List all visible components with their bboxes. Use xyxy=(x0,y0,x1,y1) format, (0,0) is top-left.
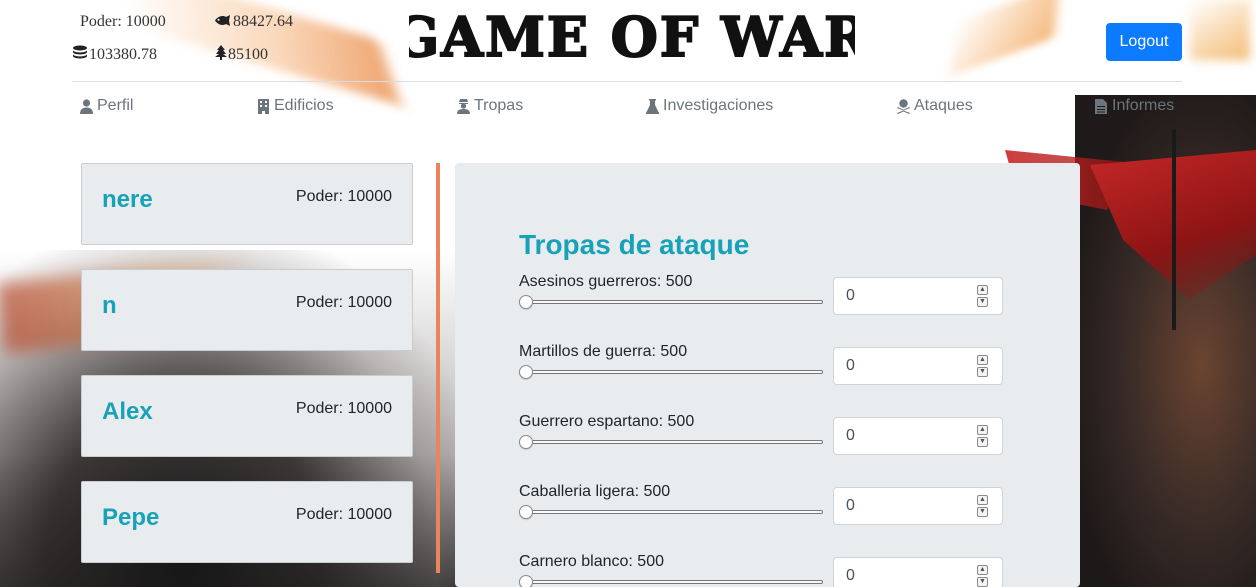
troop-label: Caballeria ligera: 500 xyxy=(519,483,671,500)
player-name: Alex xyxy=(102,398,153,425)
player-name: nere xyxy=(102,186,153,213)
troop-label: Asesinos guerreros: 500 xyxy=(519,273,693,290)
slider-thumb[interactable] xyxy=(519,435,533,449)
troop-slider[interactable] xyxy=(523,370,823,374)
panel-title: Tropas de ataque xyxy=(519,229,750,260)
wood-stat: 85100 xyxy=(215,45,268,65)
increment-icon[interactable]: ▲ xyxy=(977,565,988,575)
logout-button[interactable]: Logout xyxy=(1106,23,1182,61)
nav-tropas[interactable]: Tropas xyxy=(457,97,523,115)
logo-text: GAME OF WAR xyxy=(409,5,855,69)
troop-row: Caballeria ligera: 500 0 ▲ ▼ xyxy=(519,483,1003,543)
decrement-icon[interactable]: ▼ xyxy=(977,297,988,307)
troop-row: Asesinos guerreros: 500 0 ▲ ▼ xyxy=(519,273,1003,333)
player-card[interactable]: Pepe Poder: 10000 xyxy=(81,481,413,563)
quantity-stepper[interactable]: ▲ ▼ xyxy=(977,565,988,587)
decrement-icon[interactable]: ▼ xyxy=(977,577,988,587)
player-card[interactable]: n Poder: 10000 xyxy=(81,269,413,351)
nav-label: Tropas xyxy=(474,97,524,114)
coins-value: 103380.78 xyxy=(89,46,157,63)
nav-label: Perfil xyxy=(97,97,134,114)
troop-quantity-value: 0 xyxy=(846,287,855,304)
nav-edificios[interactable]: Edificios xyxy=(257,97,334,115)
troop-slider[interactable] xyxy=(523,300,823,304)
player-name: n xyxy=(102,292,117,319)
building-icon xyxy=(258,98,269,114)
section-divider xyxy=(436,163,440,573)
troop-quantity-value: 0 xyxy=(846,497,855,514)
quantity-stepper[interactable]: ▲ ▼ xyxy=(977,495,988,517)
increment-icon[interactable]: ▲ xyxy=(977,425,988,435)
troop-quantity-input[interactable]: 0 ▲ ▼ xyxy=(833,487,1003,525)
fish-stat: 88427.64 xyxy=(214,13,293,31)
power-stat: Poder: 10000 xyxy=(80,13,166,31)
wood-value: 85100 xyxy=(228,46,268,63)
decrement-icon[interactable]: ▼ xyxy=(977,367,988,377)
fish-value: 88427.64 xyxy=(233,13,293,30)
troop-quantity-value: 0 xyxy=(846,427,855,444)
player-card[interactable]: Alex Poder: 10000 xyxy=(81,375,413,457)
troop-quantity-input[interactable]: 0 ▲ ▼ xyxy=(833,557,1003,587)
troop-row: Martillos de guerra: 500 0 ▲ ▼ xyxy=(519,343,1003,403)
troop-quantity-value: 0 xyxy=(846,567,855,584)
quantity-stepper[interactable]: ▲ ▼ xyxy=(977,425,988,447)
nav-label: Informes xyxy=(1112,97,1175,114)
troop-quantity-input[interactable]: 0 ▲ ▼ xyxy=(833,277,1003,315)
increment-icon[interactable]: ▲ xyxy=(977,355,988,365)
troop-row: Carnero blanco: 500 0 ▲ ▼ xyxy=(519,553,1003,587)
coins-icon xyxy=(72,45,88,65)
decrement-icon[interactable]: ▼ xyxy=(977,437,988,447)
troop-label: Carnero blanco: 500 xyxy=(519,553,664,570)
soldier-icon xyxy=(457,98,470,114)
flask-icon xyxy=(646,98,659,114)
player-power: Poder: 10000 xyxy=(295,188,392,205)
user-icon xyxy=(80,98,93,114)
troop-slider[interactable] xyxy=(523,580,823,584)
slider-thumb[interactable] xyxy=(519,295,533,309)
main-nav: Perfil Edificios Tropas Investigaciones … xyxy=(72,82,1182,132)
troop-label: Martillos de guerra: 500 xyxy=(519,343,688,360)
power-value: Poder: 10000 xyxy=(80,13,166,30)
game-logo: GAME OF WAR xyxy=(392,4,870,76)
fish-icon xyxy=(214,13,232,31)
troop-row: Guerrero espartano: 500 0 ▲ ▼ xyxy=(519,413,1003,473)
nav-label: Investigaciones xyxy=(663,97,774,114)
slider-thumb[interactable] xyxy=(519,365,533,379)
troop-slider[interactable] xyxy=(523,510,823,514)
troop-quantity-input[interactable]: 0 ▲ ▼ xyxy=(833,417,1003,455)
nav-ataques[interactable]: Ataques xyxy=(897,97,973,115)
nav-label: Ataques xyxy=(914,97,973,114)
troop-quantity-value: 0 xyxy=(846,357,855,374)
player-power: Poder: 10000 xyxy=(295,400,392,417)
slider-thumb[interactable] xyxy=(519,505,533,519)
player-power: Poder: 10000 xyxy=(295,506,392,523)
troop-label: Guerrero espartano: 500 xyxy=(519,413,695,430)
nav-investigaciones[interactable]: Investigaciones xyxy=(646,97,773,115)
skull-crossbones-icon xyxy=(897,98,910,114)
nav-label: Edificios xyxy=(274,97,334,114)
coins-stat: 103380.78 xyxy=(72,45,157,65)
tree-icon xyxy=(215,45,227,65)
slider-thumb[interactable] xyxy=(519,575,533,587)
nav-informes[interactable]: Informes xyxy=(1095,97,1174,115)
troop-quantity-input[interactable]: 0 ▲ ▼ xyxy=(833,347,1003,385)
nav-perfil[interactable]: Perfil xyxy=(80,97,133,115)
increment-icon[interactable]: ▲ xyxy=(977,285,988,295)
player-card[interactable]: nere Poder: 10000 xyxy=(81,163,413,245)
player-name: Pepe xyxy=(102,504,160,531)
file-icon xyxy=(1095,98,1107,114)
increment-icon[interactable]: ▲ xyxy=(977,495,988,505)
decrement-icon[interactable]: ▼ xyxy=(977,507,988,517)
player-power: Poder: 10000 xyxy=(295,294,392,311)
troop-slider[interactable] xyxy=(523,440,823,444)
attack-troops-panel: Tropas de ataque Asesinos guerreros: 500… xyxy=(455,163,1080,587)
quantity-stepper[interactable]: ▲ ▼ xyxy=(977,355,988,377)
quantity-stepper[interactable]: ▲ ▼ xyxy=(977,285,988,307)
header: Poder: 10000 88427.64 103380.78 85100 GA… xyxy=(72,0,1182,82)
